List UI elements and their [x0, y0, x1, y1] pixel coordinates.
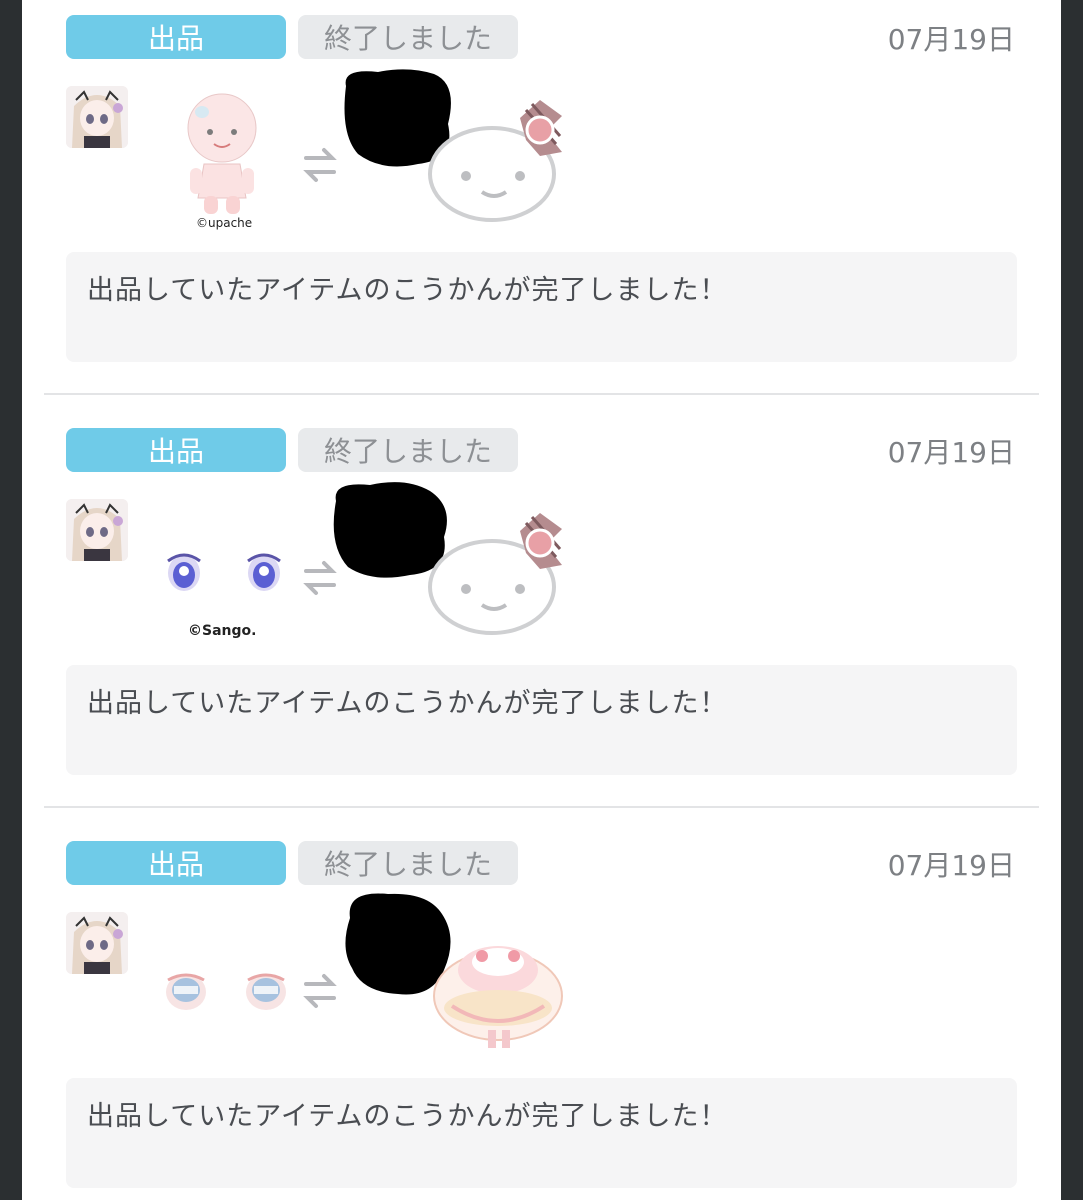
user-avatar[interactable] — [66, 912, 128, 974]
received-item-image[interactable] — [422, 96, 572, 226]
status-badge: 終了しました — [298, 841, 518, 885]
entry-divider — [44, 806, 1039, 808]
message-box: 出品していたアイテムのこうかんが完了しました！ — [66, 1078, 1017, 1188]
type-badge: 出品 — [66, 15, 286, 59]
received-item-image[interactable] — [422, 509, 572, 639]
swap-arrows-icon — [302, 144, 338, 184]
message-box: 出品していたアイテムのこうかんが完了しました！ — [66, 252, 1017, 362]
listed-item-image[interactable]: ©upache — [142, 86, 302, 236]
listed-item-image[interactable]: ©Sango. — [142, 499, 302, 649]
status-badge: 終了しました — [298, 15, 518, 59]
user-avatar[interactable] — [66, 499, 128, 561]
listed-item-image[interactable] — [142, 912, 302, 1062]
status-badge: 終了しました — [298, 428, 518, 472]
message-box: 出品していたアイテムのこうかんが完了しました！ — [66, 665, 1017, 775]
type-badge: 出品 — [66, 428, 286, 472]
entry-divider — [44, 393, 1039, 395]
entry-date: 07月19日 — [887, 436, 1015, 469]
history-entry: 出品 終了しました 07月19日 — [22, 413, 1061, 826]
entry-date: 07月19日 — [887, 23, 1015, 56]
message-text: 出品していたアイテムのこうかんが完了しました！ — [87, 1101, 728, 1132]
type-badge: 出品 — [66, 841, 286, 885]
message-text: 出品していたアイテムのこうかんが完了しました！ — [87, 688, 728, 719]
exchange-history-panel: 出品 終了しました 07月19日 ©upache 出品していたアイテムのこうかん… — [22, 0, 1061, 1200]
item-credit: ©Sango. — [188, 623, 257, 639]
user-avatar[interactable] — [66, 86, 128, 148]
entry-date: 07月19日 — [887, 849, 1015, 882]
received-item-image[interactable] — [422, 926, 572, 1056]
swap-arrows-icon — [302, 970, 338, 1010]
item-credit: ©upache — [196, 216, 253, 230]
history-entry: 出品 終了しました 07月19日 — [22, 826, 1061, 1200]
history-entry: 出品 終了しました 07月19日 — [22, 0, 1061, 413]
message-text: 出品していたアイテムのこうかんが完了しました！ — [87, 275, 728, 306]
